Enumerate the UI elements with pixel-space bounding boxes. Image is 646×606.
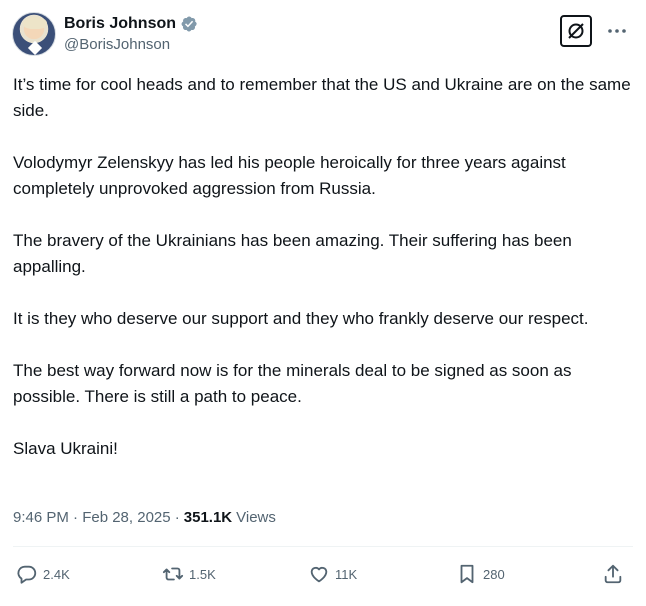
tweet-last-line: Slava Ukraini! <box>13 436 633 462</box>
avatar[interactable] <box>12 12 56 56</box>
tweet-paragraph: It is they who deserve our support and t… <box>13 309 589 328</box>
grok-icon <box>568 23 584 39</box>
reply-count: 2.4K <box>43 566 70 582</box>
tweet-paragraph: The bravery of the Ukrainians has been a… <box>13 231 572 276</box>
verified-badge-icon <box>181 16 197 32</box>
tweet-header: Boris Johnson @BorisJohnson <box>12 12 634 60</box>
repost-button[interactable]: 1.5K <box>162 560 216 588</box>
like-button[interactable]: 11K <box>308 560 357 588</box>
divider <box>13 546 633 547</box>
views-count: 351.1K <box>183 509 233 526</box>
tweet-paragraph: It’s time for cool heads and to remember… <box>13 75 631 120</box>
heart-icon <box>310 566 328 583</box>
grok-button[interactable] <box>560 15 592 47</box>
bookmark-count: 280 <box>483 566 505 582</box>
share-button[interactable] <box>602 560 624 588</box>
action-bar: 2.4K 1.5K 11K 280 <box>16 560 630 588</box>
handle[interactable]: @BorisJohnson <box>64 36 198 53</box>
more-icon <box>608 29 626 33</box>
tweet-paragraph: Volodymyr Zelenskyy has led his people h… <box>13 153 566 198</box>
display-name[interactable]: Boris Johnson <box>64 15 176 33</box>
views-label: Views <box>236 509 276 526</box>
display-name-row: Boris Johnson <box>64 13 198 35</box>
repost-icon <box>162 567 184 581</box>
ukraine-flag-icon <box>124 442 146 457</box>
tweet-paragraph: Slava Ukraini! <box>13 439 118 458</box>
share-icon <box>604 564 622 584</box>
repost-count: 1.5K <box>189 566 216 582</box>
tweet-meta: 9:46 PM · Feb 28, 2025 · 351.1K Views <box>13 509 276 526</box>
reply-button[interactable]: 2.4K <box>16 560 70 588</box>
like-count: 11K <box>335 566 358 582</box>
bookmark-icon <box>460 564 474 584</box>
timestamp[interactable]: 9:46 PM · Feb 28, 2025 · <box>13 509 180 526</box>
avatar-hair <box>23 17 47 29</box>
more-button[interactable] <box>604 18 630 44</box>
tweet-paragraph: The best way forward now is for the mine… <box>13 361 572 406</box>
author-names: Boris Johnson @BorisJohnson <box>64 13 198 53</box>
reply-icon <box>17 565 37 584</box>
avatar-shirt <box>27 40 43 55</box>
tweet-body: It’s time for cool heads and to remember… <box>13 72 633 488</box>
bookmark-button[interactable]: 280 <box>456 560 505 588</box>
